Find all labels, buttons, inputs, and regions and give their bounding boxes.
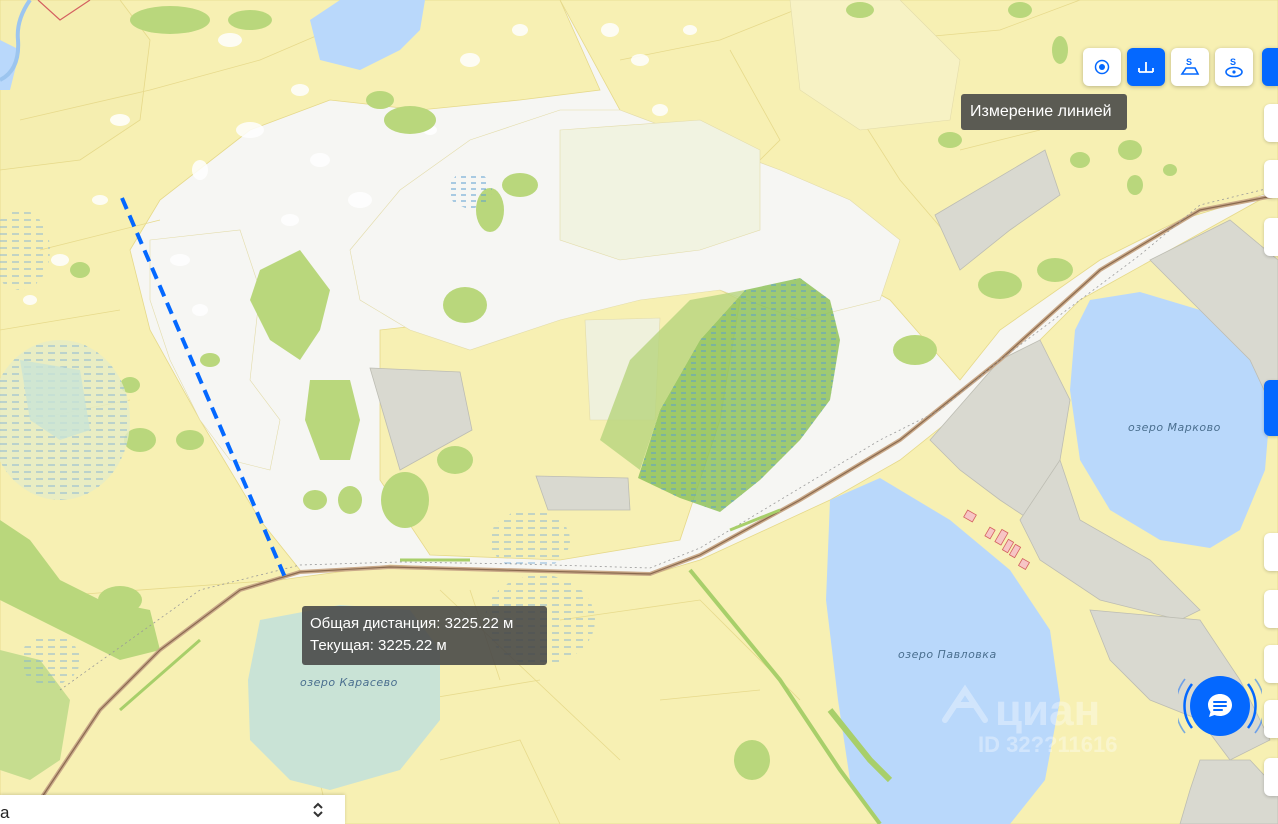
chat-widget[interactable] bbox=[1178, 664, 1262, 748]
svg-text:S: S bbox=[1186, 57, 1192, 67]
circle-area-icon: S bbox=[1225, 57, 1243, 78]
chevron-updown-icon[interactable] bbox=[308, 800, 328, 820]
line-measure-tool-button[interactable] bbox=[1127, 48, 1165, 86]
lake-pavlovka-label: озеро Павловка bbox=[898, 648, 997, 661]
side-button-4[interactable] bbox=[1264, 380, 1278, 436]
side-button-6[interactable] bbox=[1264, 590, 1278, 628]
side-button-8[interactable] bbox=[1264, 700, 1278, 738]
total-distance-text: Общая дистанция: 3225.22 м bbox=[310, 615, 514, 632]
side-button-1[interactable] bbox=[1264, 104, 1278, 142]
extra-tool-button[interactable] bbox=[1262, 48, 1278, 86]
side-button-7[interactable] bbox=[1264, 645, 1278, 683]
watermark-brand: циан bbox=[995, 686, 1100, 735]
watermark-id: ID 32??11616 bbox=[978, 732, 1117, 757]
side-button-9[interactable] bbox=[1264, 758, 1278, 796]
bottom-select-text: а bbox=[0, 803, 10, 822]
chat-bubble-icon bbox=[1208, 694, 1232, 717]
tool-tooltip: Измерение линией bbox=[961, 94, 1127, 130]
side-button-5[interactable] bbox=[1264, 533, 1278, 571]
circle-area-tool-button[interactable]: S bbox=[1215, 48, 1253, 86]
svg-text:S: S bbox=[1230, 57, 1236, 67]
lake-karasevo-label: озеро Карасево bbox=[300, 676, 398, 689]
measurement-tooltip: Общая дистанция: 3225.22 м Текущая: 3225… bbox=[302, 606, 547, 665]
point-tool-button[interactable] bbox=[1083, 48, 1121, 86]
point-icon bbox=[1094, 59, 1110, 75]
side-button-2[interactable] bbox=[1264, 160, 1278, 198]
current-distance-text: Текущая: 3225.22 м bbox=[310, 637, 447, 654]
polygon-area-tool-button[interactable]: S bbox=[1171, 48, 1209, 86]
chat-button[interactable] bbox=[1190, 676, 1250, 736]
side-button-3[interactable] bbox=[1264, 218, 1278, 256]
ruler-line-icon bbox=[1138, 62, 1154, 73]
polygon-area-icon: S bbox=[1180, 57, 1200, 75]
bottom-select-bar[interactable]: а bbox=[0, 795, 345, 824]
lake-markovo-label: озеро Марково bbox=[1128, 421, 1221, 434]
